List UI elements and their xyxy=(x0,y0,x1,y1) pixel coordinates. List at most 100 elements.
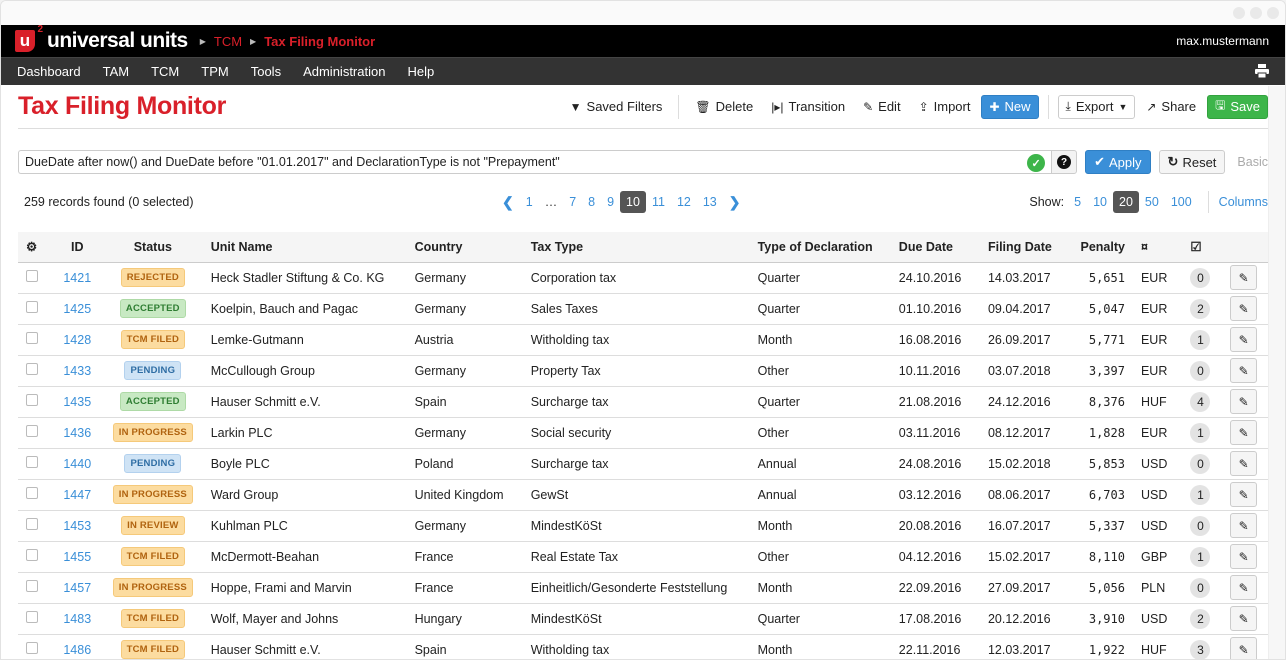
delete-button[interactable]: 🗑 Delete xyxy=(688,95,760,119)
page-link[interactable]: 11 xyxy=(646,191,671,213)
col-tax-type[interactable]: Tax Type xyxy=(522,232,750,263)
row-checkbox[interactable] xyxy=(26,363,38,375)
table-row[interactable]: 1457 IN PROGRESS Hoppe, Frami and Marvin Fr… xyxy=(18,572,1268,604)
table-row[interactable]: 1428 TCM FILED Lemke-Gutmann Austria Withold… xyxy=(18,324,1268,356)
page-link-current[interactable]: 10 xyxy=(620,191,646,213)
apply-button[interactable]: ✔ Apply xyxy=(1085,150,1151,174)
print-icon[interactable] xyxy=(1255,64,1269,81)
col-id[interactable]: ID xyxy=(51,232,103,263)
record-id-link[interactable]: 1440 xyxy=(63,457,91,471)
page-link[interactable]: 7 xyxy=(563,191,582,213)
row-checkbox[interactable] xyxy=(26,301,38,313)
row-edit-button[interactable]: ✎ xyxy=(1230,327,1258,352)
saved-filters-button[interactable]: ▼ Saved Filters xyxy=(563,95,670,119)
page-link[interactable]: 9 xyxy=(601,191,620,213)
table-row[interactable]: 1435 ACCEPTED Hauser Schmitt e.V. Spain Surc… xyxy=(18,386,1268,418)
nav-administration[interactable]: Administration xyxy=(292,64,396,79)
col-status[interactable]: Status xyxy=(102,232,203,263)
brand-logo[interactable]: u 2 universal units xyxy=(15,24,188,53)
record-id-link[interactable]: 1425 xyxy=(63,302,91,316)
col-filing-date[interactable]: Filing Date xyxy=(979,232,1072,263)
row-checkbox[interactable] xyxy=(26,394,38,406)
nav-dashboard[interactable]: Dashboard xyxy=(6,64,92,79)
row-edit-button[interactable]: ✎ xyxy=(1230,451,1258,476)
import-button[interactable]: ⇪ Import xyxy=(912,95,978,119)
nav-help[interactable]: Help xyxy=(396,64,445,79)
row-edit-button[interactable]: ✎ xyxy=(1230,637,1258,659)
row-checkbox[interactable] xyxy=(26,456,38,468)
query-help-button[interactable]: ? xyxy=(1051,150,1078,174)
table-row[interactable]: 1453 IN REVIEW Kuhlman PLC Germany MindestKö… xyxy=(18,510,1268,542)
reset-button[interactable]: ↻ Reset xyxy=(1158,150,1226,174)
share-button[interactable]: ↗ Share xyxy=(1139,95,1203,119)
page-size-option[interactable]: 100 xyxy=(1165,191,1198,213)
row-edit-button[interactable]: ✎ xyxy=(1230,606,1258,631)
col-due-date[interactable]: Due Date xyxy=(890,232,980,263)
row-edit-button[interactable]: ✎ xyxy=(1230,420,1258,445)
record-id-link[interactable]: 1483 xyxy=(63,612,91,626)
table-row[interactable]: 1421 REJECTED Heck Stadler Stiftung & Co. … xyxy=(18,262,1268,294)
settings-icon[interactable]: ⚙ xyxy=(18,232,52,263)
table-row[interactable]: 1455 TCM FILED McDermott-Beahan France Real … xyxy=(18,541,1268,573)
columns-button[interactable]: Columns xyxy=(1219,195,1268,209)
page-link[interactable]: 1 xyxy=(520,191,539,213)
row-checkbox[interactable] xyxy=(26,425,38,437)
window-control-dot[interactable] xyxy=(1233,7,1245,19)
user-menu[interactable]: max.mustermann xyxy=(1176,34,1269,48)
record-id-link[interactable]: 1486 xyxy=(63,643,91,657)
edit-button[interactable]: ✎ Edit xyxy=(856,95,907,119)
page-link[interactable]: 8 xyxy=(582,191,601,213)
table-row[interactable]: 1483 TCM FILED Wolf, Mayer and Johns Hungar… xyxy=(18,603,1268,635)
row-checkbox[interactable] xyxy=(26,332,38,344)
save-button[interactable]: 🖫 Save xyxy=(1207,94,1268,119)
page-size-option-current[interactable]: 20 xyxy=(1113,191,1139,213)
row-edit-button[interactable]: ✎ xyxy=(1230,265,1258,290)
table-row[interactable]: 1433 PENDING McCullough Group Germany Proper… xyxy=(18,355,1268,387)
table-row[interactable]: 1486 TCM FILED Hauser Schmitt e.V. Spain Wit… xyxy=(18,634,1268,659)
record-id-link[interactable]: 1428 xyxy=(63,333,91,347)
window-control-dot[interactable] xyxy=(1267,7,1279,19)
row-checkbox[interactable] xyxy=(26,518,38,530)
record-id-link[interactable]: 1457 xyxy=(63,581,91,595)
record-id-link[interactable]: 1447 xyxy=(63,488,91,502)
table-row[interactable]: 1440 PENDING Boyle PLC Poland Surcharge tax A… xyxy=(18,448,1268,480)
row-edit-button[interactable]: ✎ xyxy=(1230,389,1258,414)
record-id-link[interactable]: 1421 xyxy=(63,271,91,285)
record-id-link[interactable]: 1455 xyxy=(63,550,91,564)
new-button[interactable]: ✚ New xyxy=(981,94,1039,119)
transition-button[interactable]: |▸| Transition xyxy=(764,95,852,119)
nav-tools[interactable]: Tools xyxy=(240,64,292,79)
page-link[interactable]: 13 xyxy=(697,191,723,213)
row-edit-button[interactable]: ✎ xyxy=(1230,575,1258,600)
nav-tam[interactable]: TAM xyxy=(92,64,140,79)
page-size-option[interactable]: 10 xyxy=(1087,191,1113,213)
row-edit-button[interactable]: ✎ xyxy=(1230,296,1258,321)
record-id-link[interactable]: 1453 xyxy=(63,519,91,533)
basic-mode-toggle[interactable]: Basic xyxy=(1237,155,1268,169)
row-checkbox[interactable] xyxy=(26,549,38,561)
window-control-dot[interactable] xyxy=(1250,7,1262,19)
table-row[interactable]: 1436 IN PROGRESS Larkin PLC Germany Social s… xyxy=(18,417,1268,449)
row-edit-button[interactable]: ✎ xyxy=(1230,358,1258,383)
col-declaration-type[interactable]: Type of Declaration xyxy=(749,232,891,263)
row-edit-button[interactable]: ✎ xyxy=(1230,544,1258,569)
row-edit-button[interactable]: ✎ xyxy=(1230,482,1258,507)
next-page-icon[interactable]: ❯ xyxy=(723,191,747,213)
record-id-link[interactable]: 1433 xyxy=(63,364,91,378)
record-id-link[interactable]: 1436 xyxy=(63,426,91,440)
breadcrumb-tcm[interactable]: TCM xyxy=(214,34,242,49)
col-unit-name[interactable]: Unit Name xyxy=(202,232,407,263)
page-size-option[interactable]: 5 xyxy=(1068,191,1087,213)
nav-tcm[interactable]: TCM xyxy=(140,64,190,79)
record-id-link[interactable]: 1435 xyxy=(63,395,91,409)
export-dropdown[interactable]: ⤓ Export ▼ xyxy=(1057,94,1136,119)
row-checkbox[interactable] xyxy=(26,270,38,282)
nav-tpm[interactable]: TPM xyxy=(190,64,239,79)
col-country[interactable]: Country xyxy=(406,232,523,263)
checkbox-icon[interactable]: ☑ xyxy=(1182,232,1223,263)
query-input[interactable]: DueDate after now() and DueDate before "… xyxy=(18,150,1052,174)
page-size-option[interactable]: 50 xyxy=(1139,191,1165,213)
prev-page-icon[interactable]: ❮ xyxy=(496,191,520,213)
scrollbar[interactable] xyxy=(1268,86,1285,659)
currency-icon[interactable]: ¤ xyxy=(1132,232,1183,263)
